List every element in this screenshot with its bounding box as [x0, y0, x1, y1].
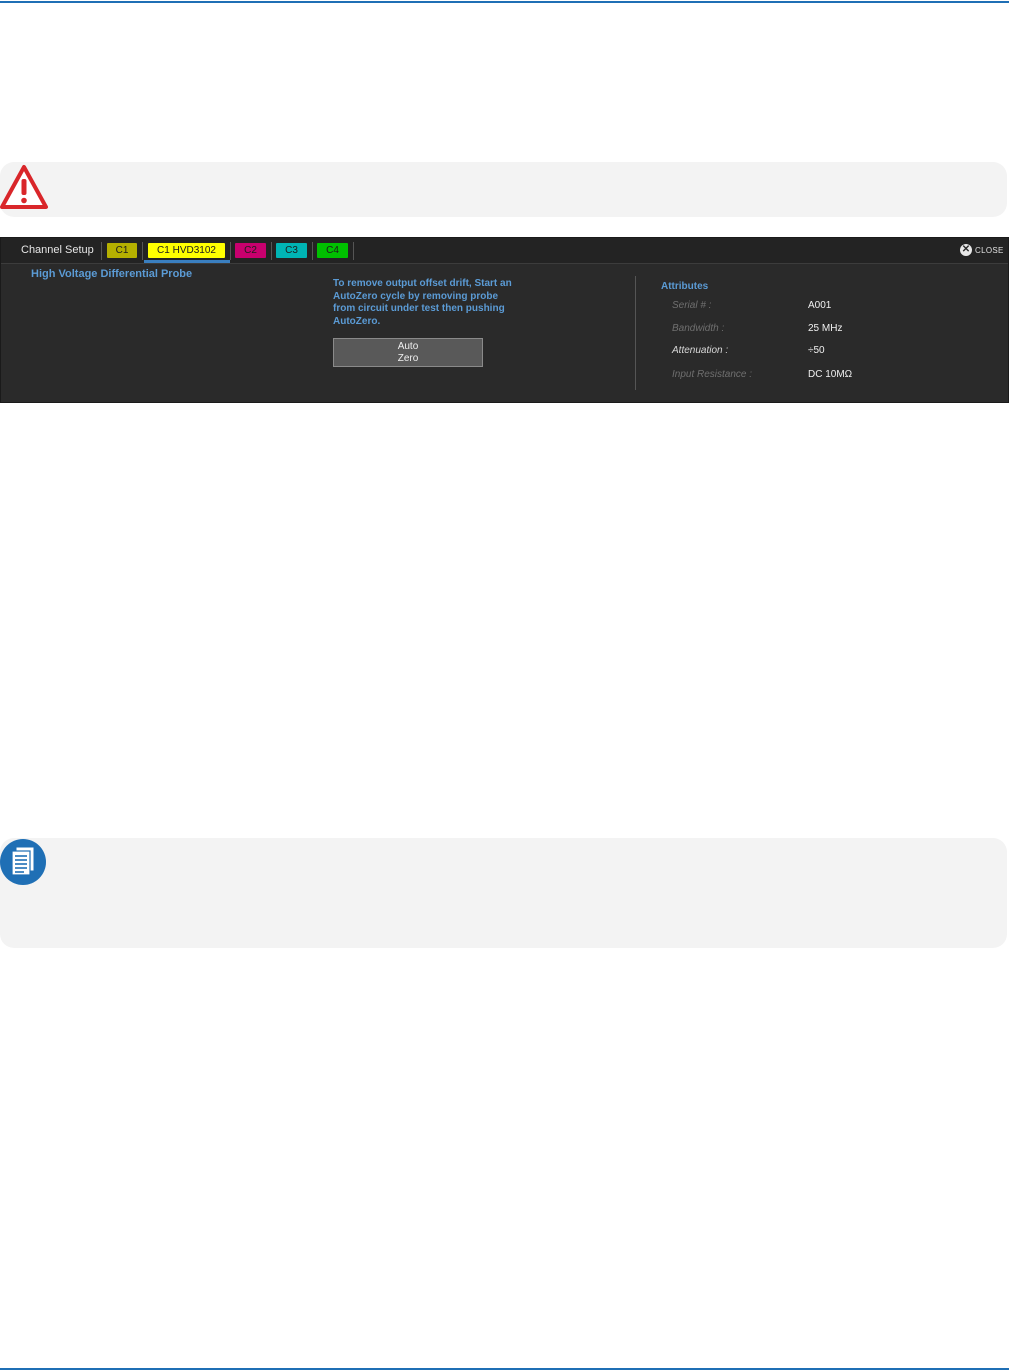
attr-label-input-resistance: Input Resistance :	[672, 369, 753, 380]
top-rule	[0, 1, 1009, 3]
channel-setup-dialog: Channel Setup C1 C1 HVD3102 C2 C3 C4 ✕ C…	[0, 237, 1009, 403]
attr-value-attenuation: ÷50	[808, 345, 825, 356]
close-button[interactable]: ✕ CLOSE	[960, 244, 1006, 258]
tab-separator	[230, 242, 231, 260]
attributes-title: Attributes	[661, 281, 709, 292]
tab-separator	[312, 242, 313, 260]
close-circle-icon: ✕	[960, 244, 972, 256]
panel-divider	[635, 276, 636, 390]
attr-value-input-resistance: DC 10MΩ	[808, 369, 853, 380]
warning-triangle-icon	[0, 162, 50, 217]
probe-title: High Voltage Differential Probe	[31, 268, 193, 280]
tab-separator	[142, 242, 143, 260]
warning-callout	[0, 162, 1007, 217]
attr-label-serial: Serial # :	[672, 300, 712, 311]
attr-value-bandwidth: 25 MHz	[808, 323, 843, 334]
attr-value-serial: A001	[808, 300, 832, 311]
tab-channel-setup[interactable]: Channel Setup	[21, 244, 94, 256]
autozero-instructions: To remove output offset drift, Start an …	[333, 278, 512, 327]
tab-separator	[271, 242, 272, 260]
tab-c1-hvd3102[interactable]: C1 HVD3102	[148, 243, 225, 258]
tab-c4[interactable]: C4	[317, 243, 348, 258]
attr-label-bandwidth: Bandwidth :	[672, 323, 725, 334]
close-label: CLOSE	[975, 246, 1004, 255]
active-tab-indicator	[144, 260, 230, 263]
autozero-button[interactable]: Auto Zero	[333, 338, 483, 367]
tab-c3[interactable]: C3	[276, 243, 307, 258]
bottom-rule	[0, 1368, 1009, 1370]
note-document-icon	[0, 838, 50, 893]
tab-separator	[353, 242, 354, 260]
attr-label-attenuation: Attenuation :	[672, 345, 729, 356]
note-callout	[0, 838, 1007, 948]
tab-separator	[101, 242, 102, 260]
tab-c1[interactable]: C1	[107, 243, 137, 258]
tab-bar: Channel Setup C1 C1 HVD3102 C2 C3 C4 ✕ C…	[1, 238, 1008, 264]
tab-c2[interactable]: C2	[235, 243, 266, 258]
